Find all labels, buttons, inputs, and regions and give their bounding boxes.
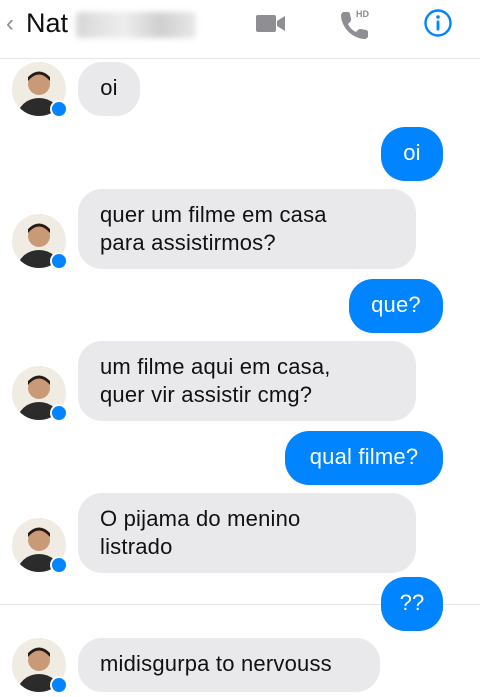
avatar[interactable] <box>12 366 68 422</box>
info-icon[interactable] <box>423 8 453 38</box>
conversation-header: ‹ Nat HD <box>0 0 480 59</box>
message-bubble-incoming: O pijama do menino listrado <box>78 493 416 573</box>
hd-label: HD <box>356 9 369 19</box>
phone-hd-icon[interactable]: HD <box>338 8 372 42</box>
messenger-badge-icon <box>50 676 68 694</box>
message-bubble-incoming: midisgurpa to nervouss <box>78 638 380 692</box>
messenger-badge-icon <box>50 556 68 574</box>
message-bubble-outgoing: oi <box>381 127 443 181</box>
message-bubble-incoming: um filme aqui em casa, quer vir assistir… <box>78 341 416 421</box>
avatar[interactable] <box>12 214 68 270</box>
blurred-name-region <box>76 12 196 38</box>
back-chevron-icon[interactable]: ‹ <box>6 10 14 38</box>
messenger-badge-icon <box>50 252 68 270</box>
contact-name[interactable]: Nat <box>26 8 68 39</box>
message-bubble-incoming: quer um filme em casa para assistirmos? <box>78 189 416 269</box>
video-camera-icon[interactable] <box>255 12 287 36</box>
avatar[interactable] <box>12 518 68 574</box>
avatar[interactable] <box>12 62 68 118</box>
messenger-badge-icon <box>50 100 68 118</box>
message-bubble-outgoing: ?? <box>381 577 443 631</box>
message-bubble-outgoing: qual filme? <box>285 431 443 485</box>
avatar[interactable] <box>12 638 68 694</box>
messenger-badge-icon <box>50 404 68 422</box>
message-bubble-incoming: oi <box>78 62 140 116</box>
message-bubble-outgoing: que? <box>349 279 443 333</box>
